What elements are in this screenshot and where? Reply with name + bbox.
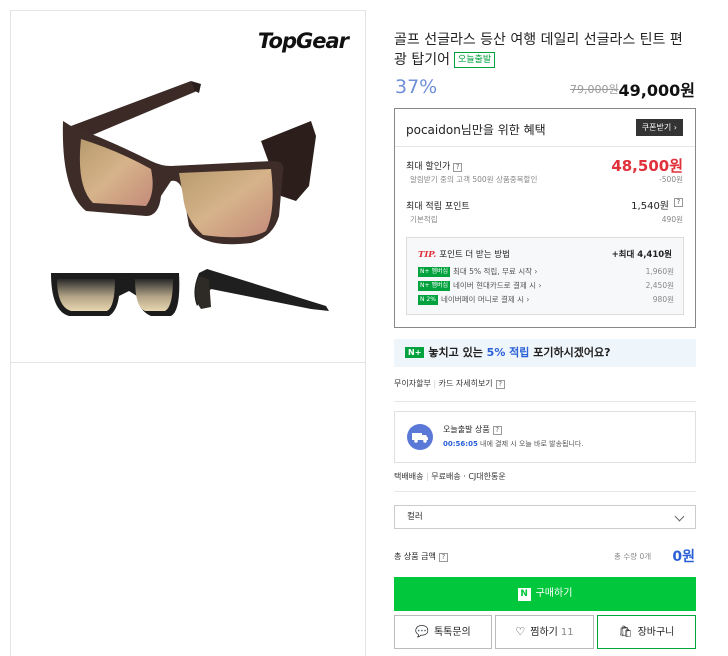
naver-n-icon: N	[517, 588, 531, 601]
max-points-value: 1,540원	[631, 201, 669, 212]
product-image-panel: TopGear	[0, 0, 366, 656]
help-icon[interactable]: ?	[495, 380, 505, 389]
tip-tag: 멤버십	[431, 268, 448, 275]
tip-line[interactable]: N+ 멤버십 최대 5% 적립, 무료 시작 › 1,960원	[418, 266, 674, 278]
shipping-title-text: 오늘출발 상품	[443, 425, 490, 434]
shipping-message: 00:56:05 내에 결제 시 오늘 바로 발송됩니다.	[443, 439, 584, 449]
delivery-info: 택배배송 | 무료배송 · CJ대한통운	[394, 471, 506, 482]
promo-prefix: 놓치고 있는	[428, 346, 487, 359]
max-points-label-text: 최대 적립 포인트	[406, 202, 470, 212]
cart-label: 장바구니	[637, 627, 675, 638]
sunglasses-main-illustration	[51, 81, 329, 316]
chevron-right-icon: ›	[536, 281, 542, 290]
tip-tag: 2%	[426, 296, 436, 303]
buy-button[interactable]: N 구매하기	[394, 577, 696, 611]
help-icon[interactable]: ?	[492, 426, 502, 435]
tip-line-value: 980원	[652, 295, 674, 304]
discount-rate: 37%	[395, 76, 438, 98]
chevron-down-icon	[674, 511, 685, 522]
tip-line[interactable]: N 2% 네이버페이 머니로 결제 시 › 980원	[418, 294, 674, 306]
tip-line[interactable]: N+ 멤버십 네이버 현대카드로 결제 시 › 2,450원	[418, 280, 674, 292]
product-main-image[interactable]: TopGear	[10, 10, 366, 363]
panel-divider	[365, 10, 366, 656]
chevron-right-icon: ›	[532, 267, 538, 276]
promo-accent: 5% 적립	[486, 346, 530, 359]
max-discount-subval: -500원	[659, 175, 683, 184]
payment-links: 무이자할부 | 카드 자세히보기?	[394, 378, 505, 389]
delivery-fee: 무료배송	[431, 472, 461, 481]
original-price: 79,000원	[570, 83, 619, 96]
chat-bubble-icon: 💬	[415, 625, 429, 638]
help-icon[interactable]: ?	[453, 163, 463, 172]
benefits-separator	[395, 146, 695, 147]
membership-tag: N+ 멤버십	[418, 281, 450, 291]
tip-heading: TIP. 포인트 더 받는 방법	[418, 248, 510, 260]
base-points-label: 기본적립	[410, 215, 438, 224]
total-label: 총 상품 금액?	[394, 551, 448, 562]
max-discount-label: 최대 할인가?	[406, 159, 463, 172]
cart-button[interactable]: 🛍 장바구니	[597, 615, 696, 649]
tip-box: TIP. 포인트 더 받는 방법 +최대 4,410원 N+ 멤버십 최대 5% 적…	[406, 237, 684, 315]
delivery-carrier: CJ대한통운	[468, 472, 506, 481]
truck-icon	[407, 424, 433, 450]
wishlist-label: 찜하기	[530, 627, 558, 638]
chevron-right-icon: ›	[671, 123, 677, 132]
shipping-message-text: 내에 결제 시 오늘 바로 발송됩니다.	[477, 440, 584, 448]
option-select-value: 컬러	[407, 512, 423, 522]
tip-line-text: 최대 5% 적립, 무료 시작	[453, 267, 533, 276]
max-discount-label-text: 최대 할인가	[406, 162, 451, 172]
total-amount: 0원	[672, 549, 695, 565]
wishlist-button[interactable]: ♡ 찜하기 11	[495, 615, 594, 649]
product-title: 골프 선글라스 등산 여행 데일리 선글라스 틴트 편광 탑기어 오늘출발	[394, 30, 694, 70]
separator-line	[394, 401, 696, 402]
tip-heading-text: 포인트 더 받는 방법	[439, 250, 510, 260]
promo-suffix: 포기하시겠어요?	[529, 346, 611, 359]
chevron-right-icon: ›	[524, 295, 530, 304]
tip-line-text: 네이버 현대카드로 결제 시	[453, 281, 537, 290]
shopping-bag-icon: 🛍	[618, 625, 633, 638]
max-discount-value: 48,500원	[611, 157, 683, 175]
truck-glyph	[412, 433, 428, 443]
product-title-text: 골프 선글라스 등산 여행 데일리 선글라스 틴트 편광 탑기어	[394, 32, 683, 68]
total-label-text: 총 상품 금액	[394, 552, 436, 561]
base-points-value: 490원	[661, 215, 683, 224]
npay-tag: N 2%	[418, 295, 438, 305]
membership-promo-banner[interactable]: N+ 놓치고 있는 5% 적립 포기하시겠어요?	[394, 339, 696, 367]
heart-icon: ♡	[515, 625, 526, 638]
help-icon[interactable]: ?	[438, 553, 448, 562]
tip-line-text: 네이버페이 머니로 결제 시	[440, 295, 524, 304]
coupon-button[interactable]: 쿠폰받기 ›	[635, 119, 683, 136]
delivery-method: 택배배송	[394, 472, 424, 481]
coupon-button-label: 쿠폰받기	[641, 123, 672, 132]
tip-tag: 멤버십	[431, 282, 448, 289]
tip-max-value: +최대 4,410원	[611, 250, 672, 260]
today-shipping-badge: 오늘출발	[453, 52, 496, 68]
option-select[interactable]: 컬러	[394, 505, 696, 529]
max-points-label: 최대 적립 포인트	[406, 199, 470, 212]
buy-button-label: 구매하기	[535, 588, 573, 599]
max-discount-sub: 알림받기 중의 고객 500원 상품중복할인	[410, 175, 538, 184]
npay-plus-icon: N+	[405, 347, 425, 358]
tip-line-value: 1,960원	[645, 267, 674, 276]
sale-price: 49,000원	[618, 81, 695, 100]
shipping-title: 오늘출발 상품?	[443, 424, 502, 435]
benefits-panel: pocaidon님만을 위한 혜택 쿠폰받기 › 최대 할인가? 48,500원…	[394, 108, 696, 328]
talk-inquiry-button[interactable]: 💬 톡톡문의	[394, 615, 492, 649]
total-quantity: 총 수량 0개	[614, 552, 652, 561]
image-panel-empty-area	[10, 363, 366, 656]
tip-word: TIP.	[418, 250, 437, 260]
membership-tag: N+ 멤버십	[418, 267, 450, 277]
talk-inquiry-label: 톡톡문의	[433, 627, 471, 638]
benefits-heading: pocaidon님만을 위한 혜택	[406, 123, 546, 137]
separator-line	[394, 491, 696, 492]
installment-link[interactable]: 무이자할부	[394, 379, 431, 388]
wishlist-count: 11	[560, 627, 574, 638]
shipping-countdown: 00:56:05	[443, 440, 478, 448]
today-shipping-box: 오늘출발 상품? 00:56:05 내에 결제 시 오늘 바로 발송됩니다.	[394, 411, 696, 463]
tip-line-value: 2,450원	[645, 281, 674, 290]
help-icon[interactable]: ?	[674, 198, 683, 207]
card-details-link[interactable]: 카드 자세히보기	[439, 379, 493, 388]
